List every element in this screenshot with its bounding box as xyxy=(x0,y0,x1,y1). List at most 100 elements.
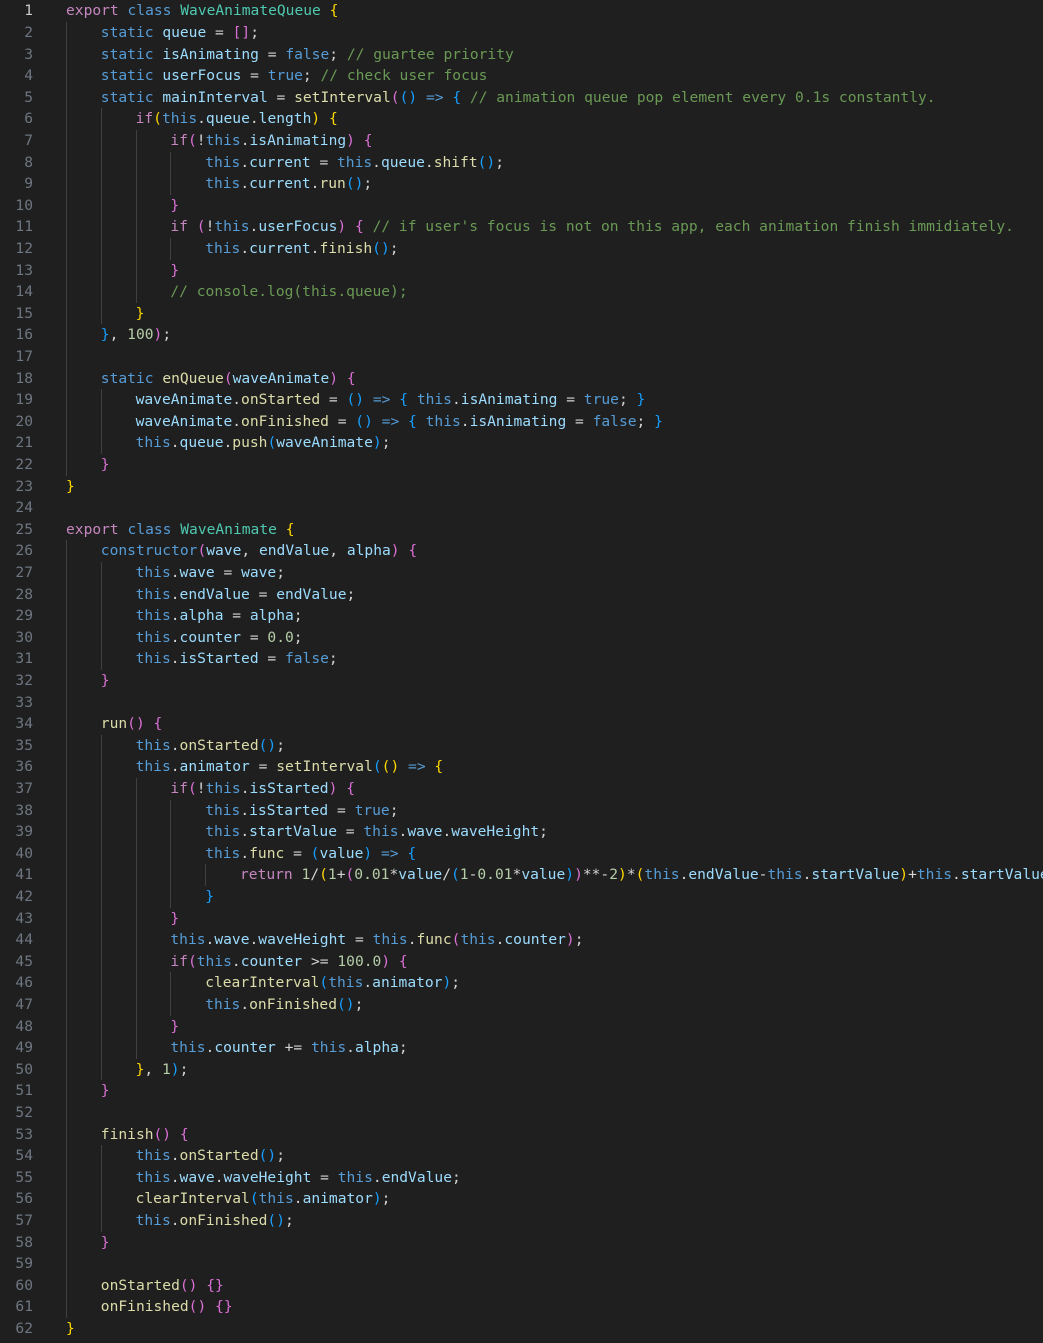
code-line[interactable]: 37 if(!this.isStarted) { xyxy=(0,778,1043,800)
code-line[interactable]: 51} xyxy=(0,1080,1043,1102)
code-line[interactable]: 42} xyxy=(0,886,1043,908)
code-token: constructor xyxy=(100,542,198,560)
code-line[interactable]: 45 if(this.counter >= 100.0) { xyxy=(0,951,1043,973)
code-token: alpha xyxy=(354,1039,399,1057)
code-token: } xyxy=(205,888,214,905)
code-line[interactable]: 50}, 1); xyxy=(0,1059,1043,1081)
line-number: 59 xyxy=(15,1255,33,1273)
code-token: // check user focus xyxy=(320,67,488,85)
code-token: this xyxy=(916,866,953,884)
code-token: this xyxy=(135,1147,171,1165)
code-line[interactable]: 12 this.current.finish(); xyxy=(0,238,1043,260)
code-line[interactable]: 31 this.isStarted = false; xyxy=(0,648,1043,670)
code-line[interactable]: 39 this.startValue = this.wave.waveHeight… xyxy=(0,821,1043,843)
code-line[interactable]: 41 return 1/(1+(0.01*value/(1-0.01*value)… xyxy=(0,864,1043,886)
code-text: this.endValue = endValue; xyxy=(136,584,356,606)
code-text: this.onFinished(); xyxy=(205,994,363,1016)
code-line[interactable]: 6 if(this.queue.length) { xyxy=(0,108,1043,130)
code-line[interactable]: 5 static mainInterval = setInterval(() =>… xyxy=(0,87,1043,109)
code-line[interactable]: 8 this.current = this.queue.shift(); xyxy=(0,152,1043,174)
code-token: this xyxy=(161,110,198,128)
code-text: this.counter += this.alpha; xyxy=(170,1037,407,1059)
code-token: waveAnimate xyxy=(135,412,233,430)
code-line[interactable]: 46 clearInterval(this.animator); xyxy=(0,972,1043,994)
code-token: this xyxy=(135,585,171,603)
line-number: 38 xyxy=(15,801,33,819)
code-line[interactable]: 7 if(!this.isAnimating) { xyxy=(0,130,1043,152)
code-line[interactable]: 18 static enQueue(waveAnimate) { xyxy=(0,368,1043,390)
code-token: animator xyxy=(302,1190,373,1208)
code-line[interactable]: 20 waveAnimate.onFinished = () => { this.… xyxy=(0,411,1043,433)
code-line[interactable]: 25 export class WaveAnimate { xyxy=(0,519,1043,541)
code-text: this.onStarted(); xyxy=(136,735,285,757)
code-line[interactable]: 47 this.onFinished(); xyxy=(0,994,1043,1016)
code-line[interactable]: 34 run() { xyxy=(0,713,1043,735)
code-token: queue xyxy=(179,434,224,452)
code-line[interactable]: 60 onStarted() {} xyxy=(0,1275,1043,1297)
code-token: userFocus xyxy=(162,67,242,85)
code-line[interactable]: 40 this.func = (value) => { xyxy=(0,843,1043,865)
code-line[interactable]: 29 this.alpha = alpha; xyxy=(0,605,1043,627)
code-line[interactable]: 21 this.queue.push(waveAnimate); xyxy=(0,432,1043,454)
code-line[interactable]: 27 this.wave = wave; xyxy=(0,562,1043,584)
code-line[interactable]: 43} xyxy=(0,908,1043,930)
code-line[interactable]: 3 static isAnimating = false; // guartee … xyxy=(0,44,1043,66)
code-line[interactable]: 38 this.isStarted = true; xyxy=(0,800,1043,822)
code-line[interactable]: 32} xyxy=(0,670,1043,692)
code-line[interactable]: 13} xyxy=(0,260,1043,282)
code-token: // if user's focus is not on this app, e… xyxy=(372,218,1014,236)
code-line[interactable]: 53 finish() { xyxy=(0,1124,1043,1146)
code-line[interactable]: 33 xyxy=(0,692,1043,714)
code-line[interactable]: 48} xyxy=(0,1016,1043,1038)
code-token: ; xyxy=(346,585,356,603)
code-token: this xyxy=(205,996,241,1013)
code-line[interactable]: 16}, 100); xyxy=(0,324,1043,346)
code-line[interactable]: 59 xyxy=(0,1253,1043,1275)
code-line[interactable]: 23} xyxy=(0,476,1043,498)
code-editor[interactable]: 1 export class WaveAnimateQueue {2 static … xyxy=(0,0,1043,1343)
code-line[interactable]: 36 this.animator = setInterval(() => { xyxy=(0,756,1043,778)
code-line[interactable]: 58} xyxy=(0,1232,1043,1254)
code-line[interactable]: 52 xyxy=(0,1102,1043,1124)
code-line[interactable]: 9 this.current.run(); xyxy=(0,173,1043,195)
code-line[interactable]: 22} xyxy=(0,454,1043,476)
code-text: this.func = (value) => { xyxy=(205,843,416,865)
code-line[interactable]: 55 this.wave.waveHeight = this.endValue; xyxy=(0,1167,1043,1189)
code-line[interactable]: 14 // console.log(this.queue); xyxy=(0,281,1043,303)
code-line[interactable]: 26 constructor(wave, endValue, alpha) { xyxy=(0,540,1043,562)
code-line[interactable]: 1 export class WaveAnimateQueue { xyxy=(0,0,1043,22)
code-text: waveAnimate.onFinished = () => { this.is… xyxy=(136,411,663,433)
code-token: = xyxy=(311,1168,338,1186)
code-token: {} xyxy=(215,1298,233,1316)
code-line[interactable]: 62} xyxy=(0,1318,1043,1340)
code-line[interactable]: 10} xyxy=(0,195,1043,217)
code-token: endValue xyxy=(688,866,759,884)
code-token: ; xyxy=(389,240,399,257)
code-line[interactable]: 17 xyxy=(0,346,1043,368)
code-line[interactable]: 56 clearInterval(this.animator); xyxy=(0,1188,1043,1210)
code-line[interactable]: 2 static queue = []; xyxy=(0,22,1043,44)
code-text: static mainInterval = setInterval(() => … xyxy=(101,87,936,109)
code-line[interactable]: 57 this.onFinished(); xyxy=(0,1210,1043,1232)
code-line[interactable]: 61 onFinished() {} xyxy=(0,1296,1043,1318)
code-token: . xyxy=(170,1168,180,1186)
code-token: } xyxy=(170,261,180,279)
code-line[interactable]: 49 this.counter += this.alpha; xyxy=(0,1037,1043,1059)
code-line[interactable]: 15} xyxy=(0,303,1043,325)
code-line[interactable]: 4 static userFocus = true; // check user … xyxy=(0,65,1043,87)
code-token: ( xyxy=(249,1190,259,1208)
code-line[interactable]: 19 waveAnimate.onStarted = () => { this.i… xyxy=(0,389,1043,411)
code-line[interactable]: 54 this.onStarted(); xyxy=(0,1145,1043,1167)
code-line[interactable]: 35 this.onStarted(); xyxy=(0,735,1043,757)
code-token: + xyxy=(336,866,346,884)
code-line[interactable]: 30 this.counter = 0.0; xyxy=(0,627,1043,649)
code-token: { xyxy=(363,132,373,149)
code-line[interactable]: 44 this.wave.waveHeight = this.func(this.… xyxy=(0,929,1043,951)
code-token: isStarted xyxy=(249,801,329,819)
code-line[interactable]: 11 if (!this.userFocus) { // if user's fo… xyxy=(0,216,1043,238)
code-line[interactable]: 28 this.endValue = endValue; xyxy=(0,584,1043,606)
code-line[interactable]: 24 xyxy=(0,497,1043,519)
code-token: . xyxy=(249,218,259,236)
